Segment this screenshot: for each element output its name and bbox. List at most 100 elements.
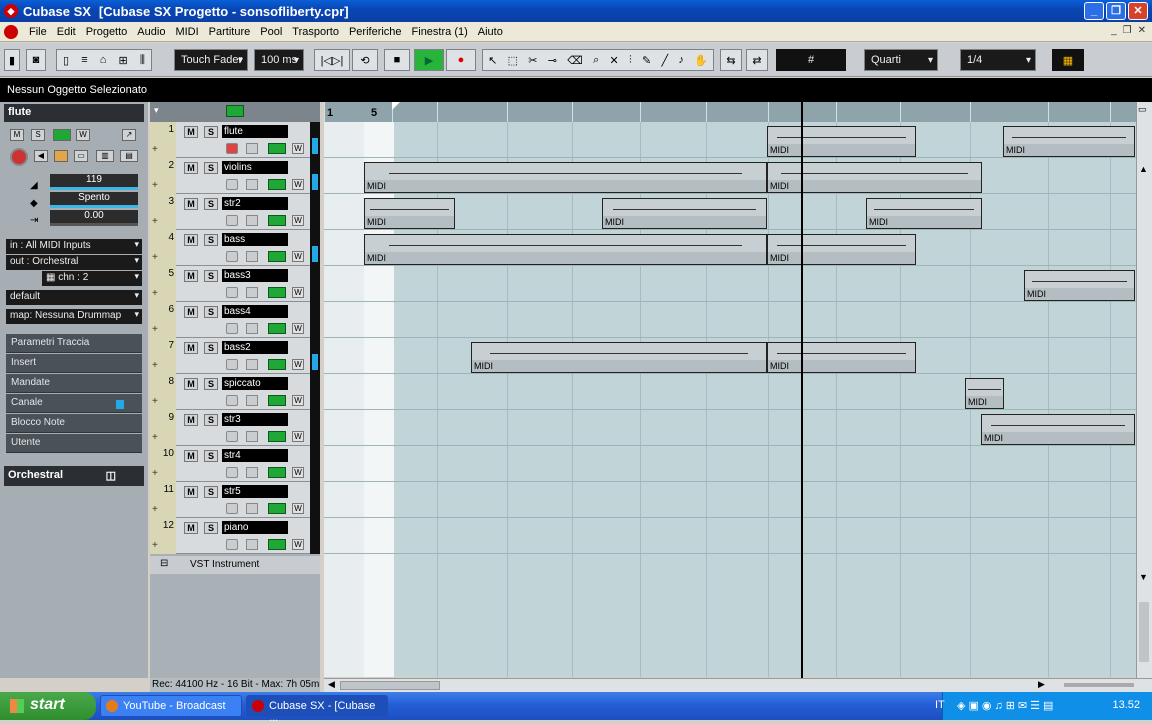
read-automation-button[interactable] bbox=[268, 467, 286, 478]
track-name[interactable]: str5 bbox=[222, 485, 288, 498]
mixer-icon[interactable]: ⫼ bbox=[140, 54, 145, 67]
goto-start-end-button[interactable]: |◁▷| bbox=[314, 49, 350, 71]
midi-part[interactable]: MIDI bbox=[767, 342, 916, 373]
activate-project-button[interactable]: ▮ bbox=[4, 49, 20, 71]
midi-channel-dropdown[interactable]: ▦ chn : 2 bbox=[42, 271, 142, 286]
monitor-button[interactable] bbox=[246, 431, 258, 442]
horizontal-scroll-thumb[interactable] bbox=[340, 681, 440, 690]
solo-button[interactable]: S bbox=[204, 486, 218, 498]
read-automation-button[interactable] bbox=[268, 323, 286, 334]
inspector-mute-button[interactable]: M bbox=[10, 129, 24, 141]
write-automation-button[interactable]: W bbox=[292, 539, 304, 550]
timeline-ruler[interactable]: 15 bbox=[324, 102, 1136, 122]
track-name[interactable]: bass bbox=[222, 233, 288, 246]
mute-button[interactable]: M bbox=[184, 414, 198, 426]
mdi-minimize-icon[interactable]: _ bbox=[1111, 25, 1117, 36]
expand-automation-icon[interactable]: + bbox=[152, 468, 158, 479]
section-blocco-note[interactable]: Blocco Note bbox=[6, 414, 142, 433]
inspector-icon[interactable]: ▯ bbox=[63, 54, 69, 67]
midi-output-dropdown[interactable]: out : Orchestral bbox=[6, 255, 142, 270]
write-automation-button[interactable]: W bbox=[292, 287, 304, 298]
vertical-scrollbar[interactable]: ▭ ▲ ▼ bbox=[1136, 102, 1152, 678]
left-locator-marker[interactable] bbox=[392, 102, 400, 110]
solo-button[interactable]: S bbox=[204, 342, 218, 354]
inspector-read-button[interactable] bbox=[53, 129, 71, 141]
expand-automation-icon[interactable]: + bbox=[152, 180, 158, 191]
record-enable-button[interactable] bbox=[226, 143, 238, 154]
midi-input-dropdown[interactable]: in : All MIDI Inputs bbox=[6, 239, 142, 254]
automation-mode-dropdown[interactable]: Touch Fader bbox=[174, 49, 248, 71]
write-automation-button[interactable]: W bbox=[292, 215, 304, 226]
mute-button[interactable]: M bbox=[184, 450, 198, 462]
maximize-button[interactable]: ❐ bbox=[1106, 2, 1126, 20]
track-row-bass[interactable]: 4 + M Sbass W bbox=[150, 230, 320, 266]
monitor-button[interactable] bbox=[246, 215, 258, 226]
monitor-button[interactable] bbox=[246, 143, 258, 154]
horizontal-zoom-slider[interactable] bbox=[1064, 683, 1134, 687]
midi-part[interactable]: MIDI bbox=[1024, 270, 1135, 301]
expand-automation-icon[interactable]: + bbox=[152, 324, 158, 335]
monitor-button[interactable] bbox=[246, 539, 258, 550]
drummap-dropdown[interactable]: map: Nessuna Drummap bbox=[6, 309, 142, 324]
track-row-flute[interactable]: 1 + M Sflute W bbox=[150, 122, 320, 158]
midi-part[interactable]: MIDI bbox=[364, 198, 455, 229]
program-dropdown[interactable]: default bbox=[6, 290, 142, 305]
pan-fader[interactable]: Spento bbox=[50, 192, 138, 208]
record-enable-button[interactable] bbox=[226, 251, 238, 262]
vst-device-title[interactable]: Orchestral ◫ bbox=[4, 466, 144, 486]
expand-automation-icon[interactable]: + bbox=[152, 396, 158, 407]
drum-editor-icon[interactable]: ▤ bbox=[120, 150, 138, 162]
track-name[interactable]: str4 bbox=[222, 449, 288, 462]
monitor-button[interactable] bbox=[246, 287, 258, 298]
device-settings-icon[interactable]: ◫ bbox=[106, 469, 116, 482]
global-read-icon[interactable] bbox=[226, 105, 244, 117]
write-automation-button[interactable]: W bbox=[292, 467, 304, 478]
arrange-window[interactable]: MIDI MIDI MIDI MIDI MIDI MIDI MIDI MIDI MIDI MIDI… bbox=[324, 122, 1136, 677]
pool-icon[interactable]: ⊞ bbox=[119, 54, 128, 67]
track-row-str2[interactable]: 3 + M Sstr2 W bbox=[150, 194, 320, 230]
expand-automation-icon[interactable]: + bbox=[152, 360, 158, 371]
mute-button[interactable]: M bbox=[184, 306, 198, 318]
track-name[interactable]: bass4 bbox=[222, 305, 288, 318]
track-row-str4[interactable]: 10 + M Sstr4 W bbox=[150, 446, 320, 482]
line-tool-icon[interactable]: ╱ bbox=[662, 54, 669, 67]
monitor-button[interactable] bbox=[246, 503, 258, 514]
close-button[interactable]: ✕ bbox=[1128, 2, 1148, 20]
record-enable-button[interactable] bbox=[226, 359, 238, 370]
expand-automation-icon[interactable]: + bbox=[152, 540, 158, 551]
read-automation-button[interactable] bbox=[268, 215, 286, 226]
mute-button[interactable]: M bbox=[184, 234, 198, 246]
expand-automation-icon[interactable]: + bbox=[152, 252, 158, 263]
zoom-out-vertical-icon[interactable]: ▭ bbox=[1138, 104, 1147, 115]
track-add-dropdown-icon[interactable]: ▾ bbox=[154, 105, 159, 116]
expand-automation-icon[interactable]: + bbox=[152, 144, 158, 155]
solo-button[interactable]: S bbox=[204, 270, 218, 282]
play-button[interactable]: ▶ bbox=[414, 49, 444, 71]
track-name[interactable]: str2 bbox=[222, 197, 288, 210]
menu-midi[interactable]: MIDI bbox=[170, 26, 203, 38]
speaker-tool-icon[interactable]: ♪ bbox=[678, 54, 684, 66]
inspector-write-button[interactable]: W bbox=[76, 129, 90, 141]
inspector-monitor-button[interactable]: ◀ bbox=[34, 150, 48, 162]
mute-button[interactable]: M bbox=[184, 126, 198, 138]
read-automation-button[interactable] bbox=[268, 179, 286, 190]
menu-aiuto[interactable]: Aiuto bbox=[473, 26, 508, 38]
horizontal-scrollbar[interactable]: ◀ ▶ bbox=[324, 678, 1152, 692]
scroll-up-icon[interactable]: ▲ bbox=[1139, 164, 1148, 174]
delay-field[interactable]: 0.00 bbox=[50, 210, 138, 226]
menu-trasporto[interactable]: Trasporto bbox=[287, 26, 344, 38]
expand-automation-icon[interactable]: + bbox=[152, 216, 158, 227]
expand-automation-icon[interactable]: + bbox=[152, 504, 158, 515]
solo-button[interactable]: S bbox=[204, 522, 218, 534]
midi-part[interactable]: MIDI bbox=[965, 378, 1004, 409]
tool-palette[interactable]: ↖ ⬚ ✂ ⊸ ⌫ ⌕ ✕ ⫶ ✎ ╱ ♪ ✋ bbox=[482, 49, 714, 71]
menu-finestra[interactable]: Finestra (1) bbox=[407, 26, 473, 38]
track-name[interactable]: piano bbox=[222, 521, 288, 534]
piano-roll-icon[interactable]: ▥ bbox=[96, 150, 114, 162]
monitor-button[interactable] bbox=[246, 251, 258, 262]
cycle-icon[interactable]: ⟲ bbox=[352, 49, 378, 71]
midi-part[interactable]: MIDI bbox=[1003, 126, 1135, 157]
monitor-button[interactable] bbox=[246, 467, 258, 478]
vst-instrument-folder[interactable]: ⊟ VST Instrument bbox=[150, 556, 320, 574]
inspector-track-name[interactable]: flute bbox=[4, 104, 144, 122]
